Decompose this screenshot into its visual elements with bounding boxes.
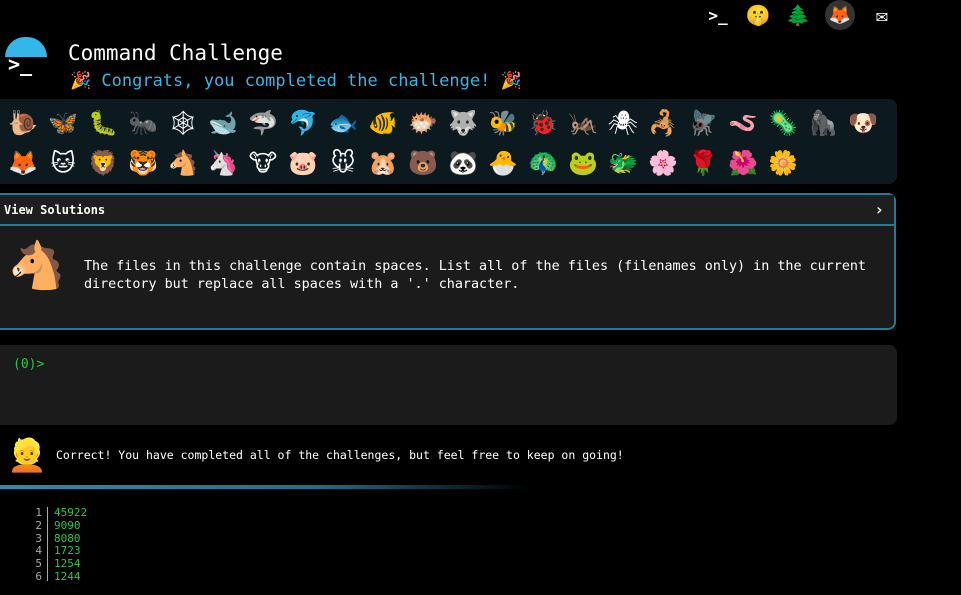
tiger-icon[interactable]: 🐯	[123, 143, 163, 183]
christmas-tree-icon[interactable]: 🌲	[785, 2, 811, 28]
frog-icon[interactable]: 🐸	[563, 143, 603, 183]
logo[interactable]: >_	[5, 37, 47, 79]
line-number: 1	[30, 507, 48, 520]
result-message: 👱 Correct! You have completed all of the…	[7, 434, 624, 476]
output-value: 9090	[54, 518, 81, 532]
terminal-input[interactable]: (0)>	[0, 345, 897, 425]
solutions-panel: View Solutions › 🐴 The files in this cha…	[0, 193, 896, 330]
sunflower-icon[interactable]: 🌼	[763, 143, 803, 183]
pig-icon[interactable]: 🐷	[283, 143, 323, 183]
wolf-icon[interactable]: 🐺	[443, 103, 483, 143]
result-message-text: Correct! You have completed all of the c…	[56, 448, 624, 462]
output-line: 1 45922	[30, 507, 87, 520]
output-line: 2 9090	[30, 518, 87, 533]
tropical-fish-icon[interactable]: 🐠	[363, 103, 403, 143]
cow-icon[interactable]: 🐮	[243, 143, 283, 183]
dolphin-icon[interactable]: 🐬	[283, 103, 323, 143]
bee-icon[interactable]: 🐝	[483, 103, 523, 143]
dragon-icon[interactable]: 🐲	[603, 143, 643, 183]
emoji-row: 🦊 🐱 🦁 🐯 🐴 🦄 🐮 🐷 🐭 🐹 🐻 🐼 🐣 🦚 🐸 🐲 🌸 🌹 🌺 🌼	[0, 143, 897, 183]
lion-icon[interactable]: 🦁	[83, 143, 123, 183]
gorilla-icon[interactable]: 🦍	[803, 103, 843, 143]
line-number: 2	[30, 519, 48, 533]
hamster-icon[interactable]: 🐹	[363, 143, 403, 183]
blowfish-icon[interactable]: 🐡	[403, 103, 443, 143]
mail-icon[interactable]: ✉	[869, 2, 895, 28]
top-icon-bar: >_ 🤫 🌲 🦊 ✉	[705, 0, 895, 30]
congrats-subtitle: 🎉 Congrats, you completed the challenge!…	[70, 71, 522, 91]
horse-icon[interactable]: 🐴	[163, 143, 203, 183]
dog-icon[interactable]: 🐶	[843, 103, 883, 143]
peacock-icon[interactable]: 🦚	[523, 143, 563, 183]
fly-icon[interactable]: 🪰	[683, 103, 723, 143]
challenge-body: 🐴 The files in this challenge contain sp…	[0, 226, 894, 326]
terminal-icon[interactable]: >_	[705, 2, 731, 28]
shark-icon[interactable]: 🦈	[243, 103, 283, 143]
worm-icon[interactable]: 🪱	[723, 103, 763, 143]
mouse-icon[interactable]: 🐭	[323, 143, 363, 183]
ladybug-icon[interactable]: 🐞	[523, 103, 563, 143]
cat-icon[interactable]: 🐱	[43, 143, 83, 183]
cricket-icon[interactable]: 🦗	[563, 103, 603, 143]
view-solutions-toggle[interactable]: View Solutions ›	[0, 195, 894, 226]
whale-icon[interactable]: 🐋	[203, 103, 243, 143]
chevron-right-icon[interactable]: ›	[874, 200, 884, 219]
caterpillar-icon[interactable]: 🐛	[83, 103, 123, 143]
gitlab-icon[interactable]: 🦊	[825, 0, 855, 30]
microbe-icon[interactable]: 🦠	[763, 103, 803, 143]
person-icon: 👱	[7, 436, 47, 474]
flower-icon[interactable]: 🌺	[723, 143, 763, 183]
panda-icon[interactable]: 🐼	[443, 143, 483, 183]
challenge-emoji-strip: 🐌 🦋 🐛 🐜 🕸 🐋 🦈 🐬 🐟 🐠 🐡 🐺 🐝 🐞 🦗 🕷 🦂 🪰 🪱 🦠 🦍 🐶 🦊 🐱 🦁 🐯 🐴 🦄 🐮 🐷 🐭 🐹 🐻 🐼 🐣 🦚 🐸 🐲 🌸…	[0, 99, 897, 184]
rose-icon[interactable]: 🌹	[683, 143, 723, 183]
output-line: 6 1244	[30, 569, 87, 581]
horse-icon: 🐴	[8, 237, 66, 292]
output-value: 45922	[54, 507, 88, 519]
unicorn-icon[interactable]: 🦄	[203, 143, 243, 183]
spider-web-icon[interactable]: 🕸	[163, 103, 203, 143]
command-output: 1 45922 2 9090 3 8080 4 1723 5 1254 6 1244	[30, 507, 87, 581]
output-value: 1244	[54, 569, 81, 581]
divider	[0, 485, 530, 489]
butterfly-icon[interactable]: 🦋	[43, 103, 83, 143]
fish-icon[interactable]: 🐟	[323, 103, 363, 143]
hatching-chick-icon[interactable]: 🐣	[483, 143, 523, 183]
line-number: 6	[30, 570, 48, 581]
page-title: Command Challenge	[68, 41, 283, 65]
challenge-description: The files in this challenge contain spac…	[84, 259, 866, 292]
bear-icon[interactable]: 🐻	[403, 143, 443, 183]
shushing-face-icon[interactable]: 🤫	[745, 2, 771, 28]
emoji-row: 🐌 🦋 🐛 🐜 🕸 🐋 🦈 🐬 🐟 🐠 🐡 🐺 🐝 🐞 🦗 🕷 🦂 🪰 🪱 🦠 🦍 🐶	[0, 103, 897, 143]
fox-icon[interactable]: 🦊	[3, 143, 43, 183]
view-solutions-label: View Solutions	[4, 202, 106, 217]
scorpion-icon[interactable]: 🦂	[643, 103, 683, 143]
cherry-blossom-icon[interactable]: 🌸	[643, 143, 683, 183]
command-challenge-page: >_ 🤫 🌲 🦊 ✉ >_ Command Challenge 🎉 Congra…	[0, 0, 961, 595]
logo-prompt-icon: >_	[8, 52, 33, 76]
terminal-prompt: (0)>	[13, 357, 45, 372]
ant-icon[interactable]: 🐜	[123, 103, 163, 143]
snail-icon[interactable]: 🐌	[3, 103, 43, 143]
spider-icon[interactable]: 🕷	[603, 103, 643, 143]
